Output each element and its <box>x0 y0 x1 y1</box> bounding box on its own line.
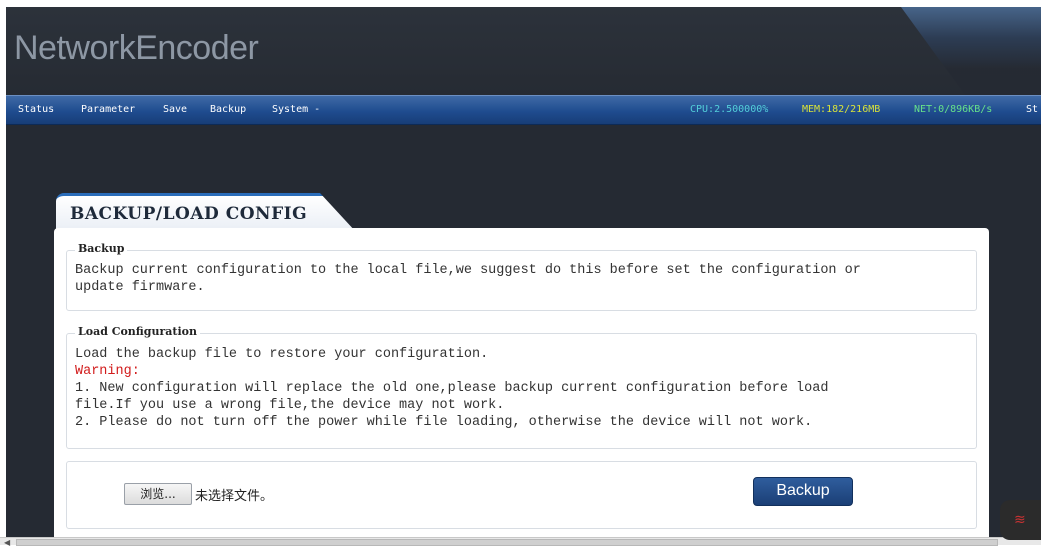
navbar: Status Parameter Save Backup System - CP… <box>6 95 1041 125</box>
nav-backup[interactable]: Backup <box>210 104 246 115</box>
load-config-legend: Load Configuration <box>75 325 201 338</box>
backup-fieldset: Backup Backup current configuration to t… <box>66 242 977 311</box>
warning-item-1: 1. New configuration will replace the ol… <box>75 381 829 413</box>
backup-legend: Backup <box>75 242 128 255</box>
page-title: BACKUP/LOAD CONFIG <box>70 204 308 224</box>
panel-tab: BACKUP/LOAD CONFIG <box>56 193 356 232</box>
load-description: Load the backup file to restore your con… <box>75 347 489 362</box>
backup-description: Backup current configuration to the loca… <box>75 263 861 295</box>
nav-system-menu[interactable]: System - <box>272 104 320 115</box>
warning-item-2: 2. Please do not turn off the power whil… <box>75 415 813 430</box>
browse-file-button[interactable]: 浏览... <box>124 483 192 505</box>
load-config-fieldset: Load Configuration Load the backup file … <box>66 325 977 449</box>
nav-status[interactable]: Status <box>18 104 54 115</box>
header: NetworkEncoder <box>6 7 1041 95</box>
mem-status: MEM:182/216MB <box>802 104 881 115</box>
header-decoration <box>901 7 1041 95</box>
nav-save[interactable]: Save <box>163 104 187 115</box>
file-upload-fieldset: 浏览... 未选择文件。 Backup <box>66 461 977 529</box>
status-overflow: St <box>1026 104 1039 115</box>
app-logo: NetworkEncoder <box>14 29 259 67</box>
horizontal-scrollbar[interactable]: ◀ <box>0 537 1041 547</box>
file-status-text: 未选择文件。 <box>195 489 274 504</box>
warning-label: Warning: <box>75 364 140 379</box>
net-status: NET:0/896KB/s <box>914 104 993 115</box>
cpu-status: CPU:2.500000% <box>690 104 769 115</box>
arrow-left-icon[interactable]: ◀ <box>4 538 10 547</box>
wifi-widget[interactable]: ≋ <box>1000 500 1041 540</box>
scrollbar-thumb[interactable] <box>16 539 998 546</box>
wifi-icon: ≋ <box>1014 511 1026 527</box>
app-window: NetworkEncoder Status Parameter Save Bac… <box>6 7 1041 544</box>
nav-parameter[interactable]: Parameter <box>81 104 135 115</box>
backup-button[interactable]: Backup <box>753 477 853 506</box>
backup-load-panel: Backup Backup current configuration to t… <box>54 228 989 544</box>
